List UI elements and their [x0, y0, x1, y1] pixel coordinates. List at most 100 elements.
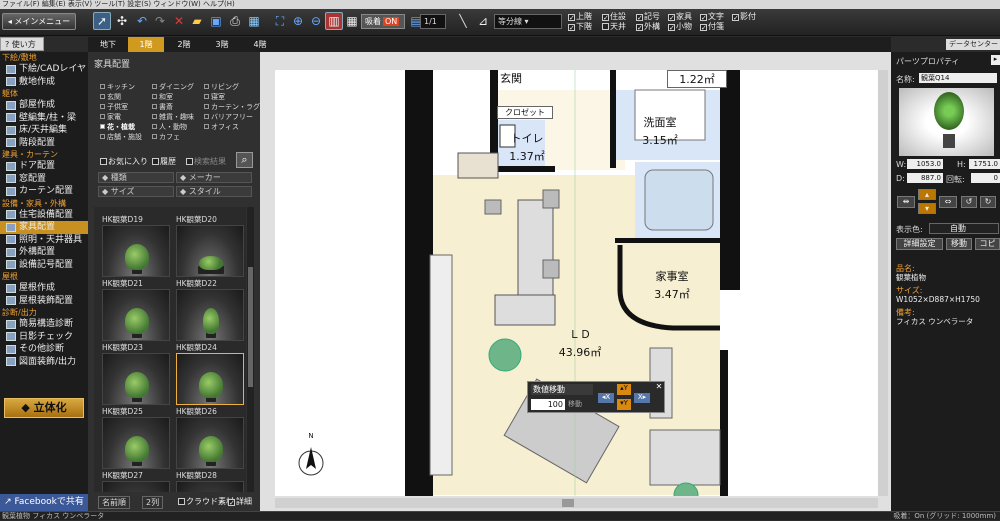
- category-japanese-room[interactable]: 和室: [152, 93, 173, 102]
- undo-icon[interactable]: ↶: [133, 12, 151, 30]
- sidebar-item-room[interactable]: 部屋作成: [0, 99, 88, 112]
- rotate-right-icon[interactable]: ↻: [980, 196, 996, 208]
- filter-style-dropdown[interactable]: ◆ スタイル: [176, 186, 252, 197]
- exterior-checkbox[interactable]: ✓外構: [636, 22, 660, 32]
- canvas-horizontal-scrollbar[interactable]: [275, 498, 878, 508]
- category-kitchen[interactable]: キッチン: [100, 83, 135, 92]
- floor-plan-canvas[interactable]: 玄関 1.22㎡ クロゼット トイレ 1.37㎡ 洗面室 3.15㎡ 家事室 3…: [275, 70, 878, 496]
- width-field[interactable]: 1053.0: [907, 159, 943, 169]
- history-checkbox[interactable]: 履歴: [152, 157, 176, 167]
- grid-view-icon[interactable]: ▥: [325, 12, 343, 30]
- dimension-icon[interactable]: ⊿: [474, 12, 492, 30]
- filter-size-dropdown[interactable]: ◆ サイズ: [98, 186, 174, 197]
- search-icon[interactable]: ⌕: [236, 152, 253, 168]
- library-item[interactable]: HK観葉D25: [102, 407, 172, 471]
- detail-checkbox[interactable]: ✓詳細: [228, 497, 252, 507]
- library-item[interactable]: HK観葉D26: [176, 407, 246, 471]
- tab-floor-2[interactable]: 2階: [166, 37, 202, 52]
- move-button[interactable]: 移動: [946, 238, 972, 250]
- filter-type-dropdown[interactable]: ◆ 種類: [98, 172, 174, 183]
- furniture-checkbox[interactable]: ✓家具: [668, 12, 692, 22]
- sidebar-item-other-check[interactable]: その他診断: [0, 343, 88, 356]
- attach-toggle[interactable]: 吸着 ON: [361, 14, 405, 29]
- sidebar-item-exterior[interactable]: 外構配置: [0, 246, 88, 259]
- accessory-checkbox[interactable]: ✓小物: [668, 22, 692, 32]
- zoom-out-icon[interactable]: ⊖: [307, 12, 325, 30]
- grid-icon[interactable]: ▦: [343, 12, 361, 30]
- sticky-checkbox[interactable]: ✓付箋: [700, 22, 724, 32]
- height-field[interactable]: 1751.0: [969, 159, 1000, 169]
- sidebar-item-underlay[interactable]: 下絵/CADレイヤ: [0, 63, 88, 76]
- numeric-move-input[interactable]: 100: [531, 399, 565, 410]
- tab-floor-1[interactable]: 1階: [128, 37, 164, 52]
- category-barrier-free[interactable]: バリアフリー: [204, 113, 253, 122]
- help-button[interactable]: ? 使い方: [0, 37, 44, 51]
- scale-select[interactable]: 1/1: [420, 14, 446, 29]
- name-field[interactable]: 観葉Q14: [919, 73, 997, 83]
- sidebar-item-roof[interactable]: 屋根作成: [0, 282, 88, 295]
- category-entrance[interactable]: 玄関: [100, 93, 121, 102]
- move-right-button[interactable]: X▸: [634, 393, 650, 403]
- library-scrollbar[interactable]: [247, 207, 254, 492]
- library-item-selected[interactable]: HK観葉D24: [176, 343, 246, 407]
- category-cafe[interactable]: カフェ: [152, 133, 180, 142]
- library-item[interactable]: HK観葉D19: [102, 215, 172, 279]
- move-y-down-icon[interactable]: ▾: [918, 203, 936, 214]
- fit-view-icon[interactable]: ⛶: [271, 12, 289, 30]
- search-results-checkbox[interactable]: 検索結果: [186, 157, 226, 167]
- ceiling-checkbox[interactable]: 天井: [602, 22, 626, 32]
- move-y-up-icon[interactable]: ▴: [918, 189, 936, 200]
- copy-button[interactable]: コピー: [975, 238, 1000, 250]
- contour-select[interactable]: 等分線 ▾: [494, 14, 562, 29]
- upper-floor-checkbox[interactable]: ✓上階: [568, 12, 592, 22]
- rotate-left-icon[interactable]: ↺: [961, 196, 977, 208]
- category-shop[interactable]: 店舗・施設: [100, 133, 142, 142]
- sidebar-item-site[interactable]: 敷地作成: [0, 76, 88, 89]
- display-color-select[interactable]: 自動: [929, 223, 999, 234]
- library-item[interactable]: HK観葉D27: [102, 471, 172, 492]
- move-down-button[interactable]: ▾Y: [617, 399, 631, 410]
- library-item[interactable]: HK観葉D23: [102, 343, 172, 407]
- main-menu-button[interactable]: ◂ メインメニュー: [2, 13, 76, 30]
- category-appliances[interactable]: 家電: [100, 113, 121, 122]
- columns-select[interactable]: 2列: [142, 496, 164, 509]
- category-dining[interactable]: ダイニング: [152, 83, 194, 92]
- sidebar-item-curtain[interactable]: カーテン配置: [0, 185, 88, 198]
- scrollbar-thumb[interactable]: [248, 267, 253, 387]
- sidebar-item-equipment-symbol[interactable]: 設備記号配置: [0, 259, 88, 272]
- sidebar-item-housing-equipment[interactable]: 住宅設備配置: [0, 209, 88, 222]
- category-plants[interactable]: 花・植栽: [100, 123, 135, 132]
- select-arrow-icon[interactable]: ➚: [93, 12, 111, 30]
- flip-x-icon[interactable]: ⇹: [897, 196, 915, 208]
- library-item[interactable]: HK観葉D21: [102, 279, 172, 343]
- sidebar-item-furniture[interactable]: 家具配置: [0, 221, 88, 234]
- tab-basement[interactable]: 地下: [90, 37, 126, 52]
- shadow-checkbox[interactable]: ✓影付: [732, 12, 756, 22]
- delete-icon[interactable]: ✕: [170, 12, 188, 30]
- lower-floor-checkbox[interactable]: ✓下階: [568, 22, 592, 32]
- save-icon[interactable]: ▣: [207, 12, 225, 30]
- sidebar-item-stairs[interactable]: 階段配置: [0, 137, 88, 150]
- sidebar-item-window[interactable]: 窓配置: [0, 173, 88, 186]
- line-tool-icon[interactable]: ╲: [454, 12, 472, 30]
- favorites-checkbox[interactable]: お気に入り: [100, 157, 148, 167]
- close-panel-icon[interactable]: ▸: [991, 55, 1000, 65]
- depth-field[interactable]: 887.0: [907, 173, 943, 183]
- sidebar-item-shadow-check[interactable]: 日影チェック: [0, 331, 88, 344]
- canvas-vertical-scrollbar[interactable]: [878, 70, 888, 496]
- tab-floor-4[interactable]: 4階: [242, 37, 278, 52]
- screenshot-icon[interactable]: ▦: [245, 12, 263, 30]
- category-living[interactable]: リビング: [204, 83, 239, 92]
- category-study[interactable]: 書斎: [152, 103, 173, 112]
- move-up-button[interactable]: ▴Y: [617, 384, 631, 395]
- zoom-in-icon[interactable]: ⊕: [289, 12, 307, 30]
- render-3d-button[interactable]: ◆ 立体化: [4, 398, 84, 418]
- category-hobby[interactable]: 雑貨・趣味: [152, 113, 194, 122]
- move-x-icon[interactable]: ⇔: [939, 196, 957, 208]
- equipment-checkbox[interactable]: ✓住設: [602, 12, 626, 22]
- category-people-animals[interactable]: 人・動物: [152, 123, 187, 132]
- print-icon[interactable]: ⎙: [226, 12, 244, 30]
- sidebar-item-floor[interactable]: 床/天井編集: [0, 124, 88, 137]
- data-center-button[interactable]: データセンター: [946, 39, 1000, 50]
- filter-maker-dropdown[interactable]: ◆ メーカー: [176, 172, 252, 183]
